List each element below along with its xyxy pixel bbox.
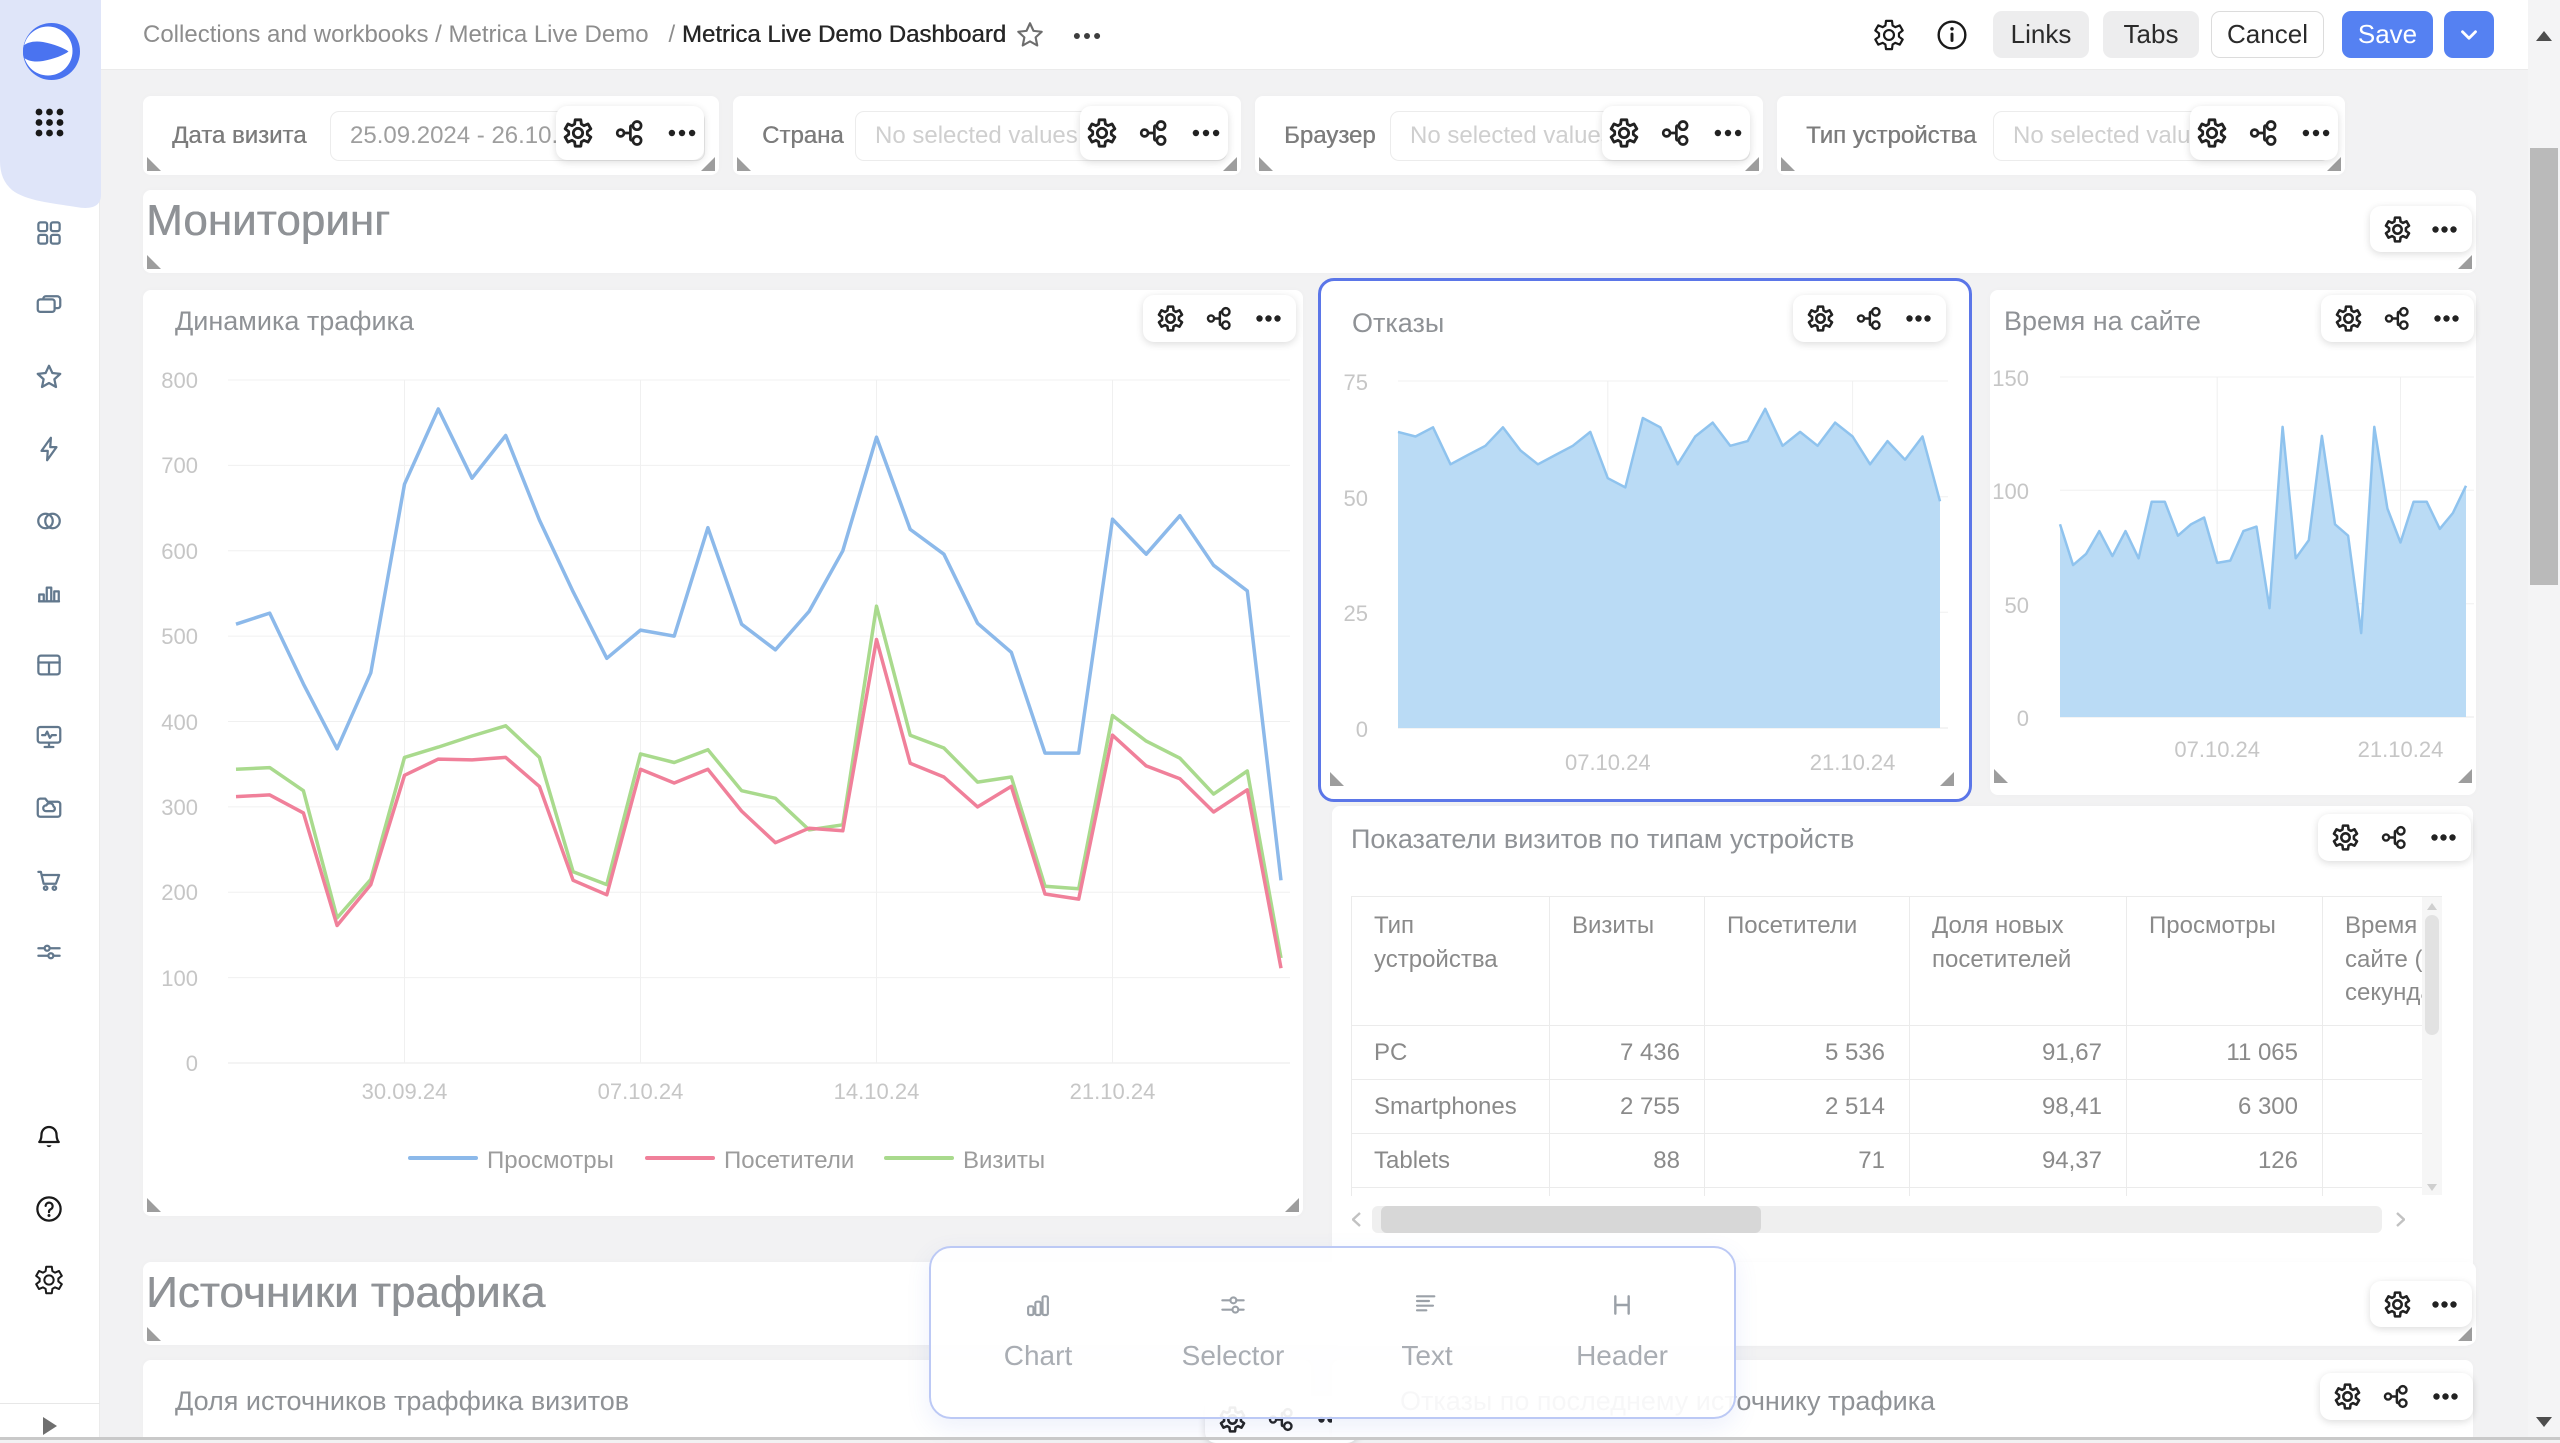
svg-text:0: 0 <box>1356 717 1368 742</box>
svg-text:200: 200 <box>161 880 198 905</box>
svg-text:50: 50 <box>2005 593 2029 618</box>
svg-text:50: 50 <box>1344 486 1368 511</box>
svg-text:07.10.24: 07.10.24 <box>598 1079 684 1104</box>
svg-text:300: 300 <box>161 795 198 820</box>
svg-text:21.10.24: 21.10.24 <box>1070 1079 1156 1104</box>
svg-text:100: 100 <box>161 966 198 991</box>
svg-text:700: 700 <box>161 453 198 478</box>
svg-text:07.10.24: 07.10.24 <box>2174 737 2260 762</box>
svg-text:150: 150 <box>1992 366 2029 391</box>
svg-text:800: 800 <box>161 368 198 393</box>
svg-text:500: 500 <box>161 624 198 649</box>
svg-text:30.09.24: 30.09.24 <box>362 1079 448 1104</box>
svg-text:0: 0 <box>2017 706 2029 731</box>
svg-text:07.10.24: 07.10.24 <box>1565 750 1651 775</box>
svg-text:Просмотры: Просмотры <box>487 1147 614 1174</box>
svg-text:25: 25 <box>1344 601 1368 626</box>
svg-text:600: 600 <box>161 539 198 564</box>
svg-text:75: 75 <box>1344 370 1368 395</box>
svg-text:14.10.24: 14.10.24 <box>834 1079 920 1104</box>
svg-text:0: 0 <box>186 1051 198 1076</box>
svg-text:400: 400 <box>161 710 198 735</box>
svg-text:21.10.24: 21.10.24 <box>1810 750 1896 775</box>
svg-text:Посетители: Посетители <box>724 1147 854 1174</box>
svg-text:Визиты: Визиты <box>963 1147 1045 1174</box>
svg-text:100: 100 <box>1992 479 2029 504</box>
svg-text:21.10.24: 21.10.24 <box>2358 737 2444 762</box>
